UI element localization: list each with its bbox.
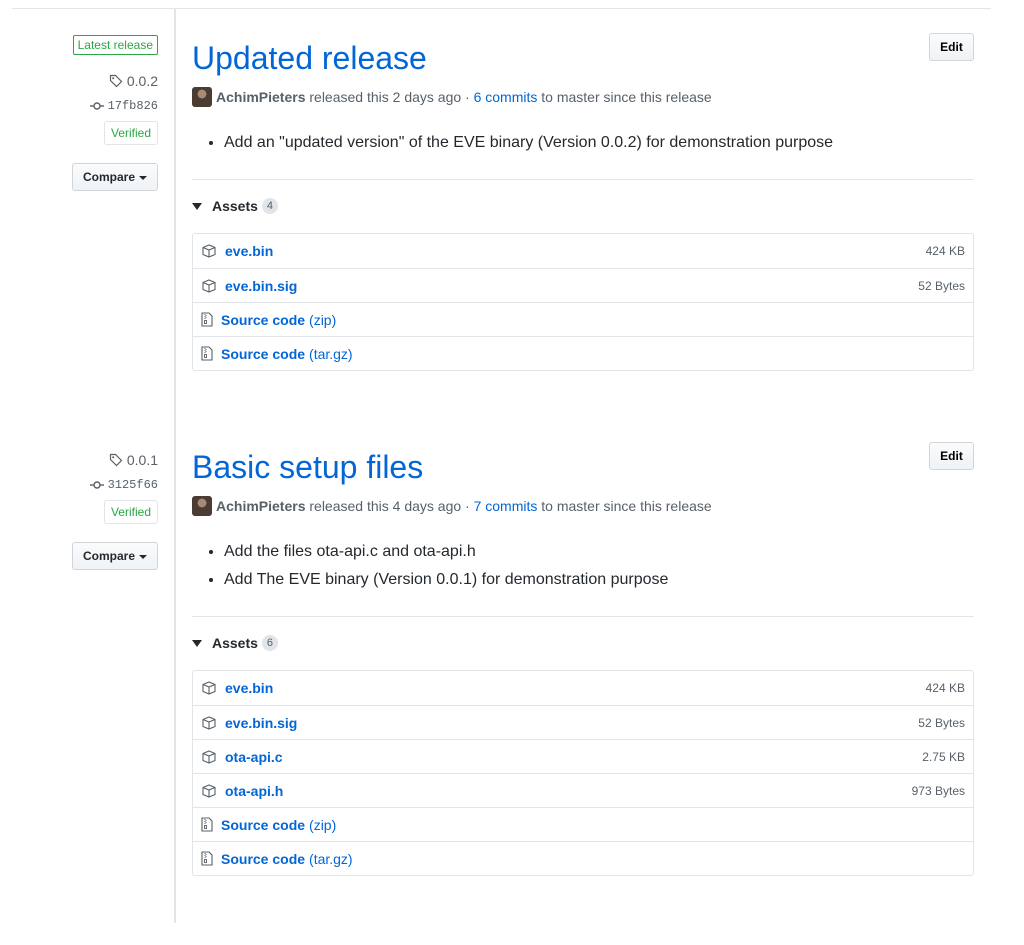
since-text: to master since this release bbox=[541, 498, 712, 514]
commits-link[interactable]: 6 commits bbox=[474, 89, 538, 105]
asset-row: ota-api.h 973 Bytes bbox=[193, 773, 973, 807]
release-note: Add The EVE binary (Version 0.0.1) for d… bbox=[224, 566, 668, 594]
asset-link[interactable]: ota-api.h bbox=[225, 783, 283, 799]
assets-label: Assets bbox=[212, 635, 258, 651]
commit-sha: 17fb826 bbox=[107, 99, 158, 113]
triangle-down-icon bbox=[192, 202, 202, 210]
assets-count: 4 bbox=[261, 198, 279, 214]
timeline-line bbox=[174, 9, 176, 923]
release-notes: Add the files ota-api.c and ota-api.h Ad… bbox=[224, 538, 668, 594]
assets-label: Assets bbox=[212, 198, 258, 214]
source-code-link[interactable]: Source code bbox=[221, 346, 305, 362]
assets-toggle[interactable]: Assets 6 bbox=[192, 635, 279, 651]
asset-ext[interactable]: (zip) bbox=[309, 817, 336, 833]
asset-size: 973 Bytes bbox=[911, 783, 965, 798]
release-note: Add an "updated version" of the EVE bina… bbox=[224, 129, 833, 157]
tag-link[interactable]: 0.0.2 bbox=[109, 73, 158, 89]
asset-link[interactable]: eve.bin bbox=[225, 243, 273, 259]
divider bbox=[192, 616, 974, 617]
asset-row: eve.bin 424 KB bbox=[193, 234, 973, 268]
release-title[interactable]: Basic setup files bbox=[192, 449, 423, 486]
release-notes: Add an "updated version" of the EVE bina… bbox=[224, 129, 833, 157]
file-zip-icon bbox=[201, 851, 213, 866]
release-note: Add the files ota-api.c and ota-api.h bbox=[224, 538, 668, 566]
source-code-link[interactable]: Source code bbox=[221, 851, 305, 867]
asset-size: 2.75 KB bbox=[922, 749, 965, 764]
assets-list: eve.bin 424 KB eve.bin.sig 52 Bytes ota-… bbox=[192, 670, 974, 876]
package-icon bbox=[202, 783, 216, 798]
asset-link[interactable]: eve.bin bbox=[225, 680, 273, 696]
asset-row: Source code (zip) bbox=[193, 807, 973, 841]
commit-link[interactable]: 3125f66 bbox=[89, 478, 158, 492]
verified-badge[interactable]: Verified bbox=[103, 121, 158, 145]
package-icon bbox=[202, 244, 216, 258]
release-byline: AchimPieters released this 2 days ago · … bbox=[192, 87, 712, 107]
since-text: to master since this release bbox=[541, 89, 712, 105]
divider bbox=[192, 179, 974, 180]
asset-row: ota-api.c 2.75 KB bbox=[193, 739, 973, 773]
commit-link[interactable]: 17fb826 bbox=[89, 99, 158, 113]
caret-down-icon bbox=[139, 175, 147, 180]
release-main: Basic setup files Edit AchimPieters rele… bbox=[192, 409, 974, 889]
asset-size: 52 Bytes bbox=[918, 278, 965, 293]
release-meta: Latest release 0.0.2 17fb826 Verified Co… bbox=[0, 0, 158, 200]
file-zip-icon bbox=[201, 817, 213, 832]
tag-label: 0.0.1 bbox=[126, 452, 158, 468]
asset-ext[interactable]: (tar.gz) bbox=[309, 346, 353, 362]
asset-row: Source code (tar.gz) bbox=[193, 841, 973, 875]
commits-link[interactable]: 7 commits bbox=[474, 498, 538, 514]
commit-icon bbox=[89, 102, 104, 110]
asset-link[interactable]: eve.bin.sig bbox=[225, 278, 297, 294]
asset-size: 52 Bytes bbox=[918, 715, 965, 730]
compare-label: Compare bbox=[82, 549, 135, 563]
package-icon bbox=[202, 681, 216, 695]
asset-link[interactable]: ota-api.c bbox=[225, 749, 283, 765]
author-link[interactable]: AchimPieters bbox=[216, 89, 305, 105]
caret-down-icon bbox=[139, 554, 147, 559]
release-main: Updated release Edit AchimPieters releas… bbox=[192, 0, 974, 380]
author-link[interactable]: AchimPieters bbox=[216, 498, 305, 514]
asset-row: Source code (tar.gz) bbox=[193, 336, 973, 370]
compare-button[interactable]: Compare bbox=[72, 542, 158, 570]
asset-link[interactable]: eve.bin.sig bbox=[225, 715, 297, 731]
edit-button[interactable]: Edit bbox=[929, 442, 974, 470]
assets-toggle[interactable]: Assets 4 bbox=[192, 198, 279, 214]
asset-size: 424 KB bbox=[925, 681, 965, 695]
compare-label: Compare bbox=[82, 170, 135, 184]
asset-ext[interactable]: (zip) bbox=[309, 312, 336, 328]
package-icon bbox=[202, 278, 216, 293]
asset-row: eve.bin 424 KB bbox=[193, 671, 973, 705]
tag-link[interactable]: 0.0.1 bbox=[109, 452, 158, 468]
compare-button[interactable]: Compare bbox=[72, 163, 158, 191]
file-zip-icon bbox=[201, 312, 213, 327]
file-zip-icon bbox=[201, 346, 213, 361]
tag-icon bbox=[109, 453, 123, 467]
asset-row: eve.bin.sig 52 Bytes bbox=[193, 705, 973, 739]
commit-icon bbox=[89, 481, 104, 489]
tag-icon bbox=[109, 74, 123, 88]
source-code-link[interactable]: Source code bbox=[221, 817, 305, 833]
package-icon bbox=[202, 749, 216, 764]
released-text: released this 2 days ago · bbox=[309, 89, 470, 105]
asset-row: Source code (zip) bbox=[193, 302, 973, 336]
tag-label: 0.0.2 bbox=[126, 73, 158, 89]
release-title[interactable]: Updated release bbox=[192, 40, 427, 77]
released-text: released this 4 days ago · bbox=[309, 498, 470, 514]
verified-badge[interactable]: Verified bbox=[103, 500, 158, 524]
asset-row: eve.bin.sig 52 Bytes bbox=[193, 268, 973, 302]
avatar[interactable] bbox=[192, 87, 212, 107]
commit-sha: 3125f66 bbox=[107, 478, 158, 492]
source-code-link[interactable]: Source code bbox=[221, 312, 305, 328]
release-byline: AchimPieters released this 4 days ago · … bbox=[192, 496, 712, 516]
asset-ext[interactable]: (tar.gz) bbox=[309, 851, 353, 867]
latest-release-badge: Latest release bbox=[72, 35, 158, 55]
avatar[interactable] bbox=[192, 496, 212, 516]
package-icon bbox=[202, 715, 216, 730]
asset-size: 424 KB bbox=[925, 244, 965, 258]
assets-count: 6 bbox=[261, 635, 279, 651]
release-meta: 0.0.1 3125f66 Verified Compare bbox=[0, 409, 158, 609]
edit-button[interactable]: Edit bbox=[929, 33, 974, 61]
assets-list: eve.bin 424 KB eve.bin.sig 52 Bytes Sour… bbox=[192, 233, 974, 371]
triangle-down-icon bbox=[192, 639, 202, 647]
